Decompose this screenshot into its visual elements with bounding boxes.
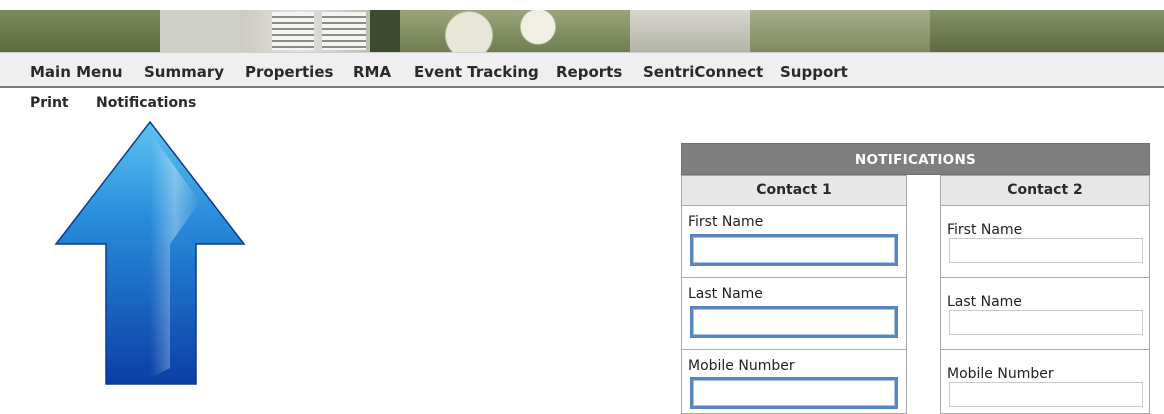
up-arrow-icon bbox=[54, 120, 246, 385]
nav-properties[interactable]: Properties bbox=[245, 63, 333, 81]
nav-reports[interactable]: Reports bbox=[556, 63, 622, 81]
contact-2-mobile-input[interactable] bbox=[949, 382, 1143, 407]
subnav-print[interactable]: Print bbox=[30, 95, 69, 111]
contact-1-first-name-cell: First Name bbox=[681, 206, 907, 278]
contact-1-mobile-label: Mobile Number bbox=[688, 358, 795, 374]
contact-2-last-name-label: Last Name bbox=[947, 294, 1022, 310]
nav-main-menu[interactable]: Main Menu bbox=[30, 63, 123, 81]
contact-2-last-name-input[interactable] bbox=[949, 310, 1143, 335]
contact-2-first-name-label: First Name bbox=[947, 222, 1023, 238]
contact-1-heading: Contact 1 bbox=[681, 175, 907, 206]
contact-1-mobile-cell: Mobile Number bbox=[681, 350, 907, 414]
notifications-panel-header: NOTIFICATIONS bbox=[681, 143, 1150, 175]
column-spacer bbox=[906, 175, 941, 414]
contact-1-first-name-input[interactable] bbox=[690, 234, 898, 266]
contact-1-mobile-input[interactable] bbox=[690, 377, 898, 409]
nav-sentriconnect[interactable]: SentriConnect bbox=[643, 63, 763, 81]
contact-1-last-name-label: Last Name bbox=[688, 286, 763, 302]
contact-1-last-name-cell: Last Name bbox=[681, 278, 907, 350]
contact-2-mobile-label: Mobile Number bbox=[947, 366, 1054, 382]
contact-2-last-name-cell: Last Name bbox=[940, 278, 1150, 350]
contact-2-mobile-cell: Mobile Number bbox=[940, 350, 1150, 414]
nav-rma[interactable]: RMA bbox=[353, 63, 391, 81]
nav-support[interactable]: Support bbox=[780, 63, 848, 81]
header-banner-image bbox=[0, 0, 1164, 52]
nav-event-tracking[interactable]: Event Tracking bbox=[414, 63, 539, 81]
main-nav-bar: Main Menu Summary Properties RMA Event T… bbox=[0, 52, 1164, 88]
nav-summary[interactable]: Summary bbox=[144, 63, 224, 81]
contact-2-first-name-cell: First Name bbox=[940, 206, 1150, 278]
contact-1-last-name-input[interactable] bbox=[690, 306, 898, 338]
contact-1-first-name-label: First Name bbox=[688, 214, 764, 230]
contact-2-heading: Contact 2 bbox=[940, 175, 1150, 206]
contact-2-first-name-input[interactable] bbox=[949, 238, 1143, 263]
subnav-notifications[interactable]: Notifications bbox=[96, 95, 196, 111]
